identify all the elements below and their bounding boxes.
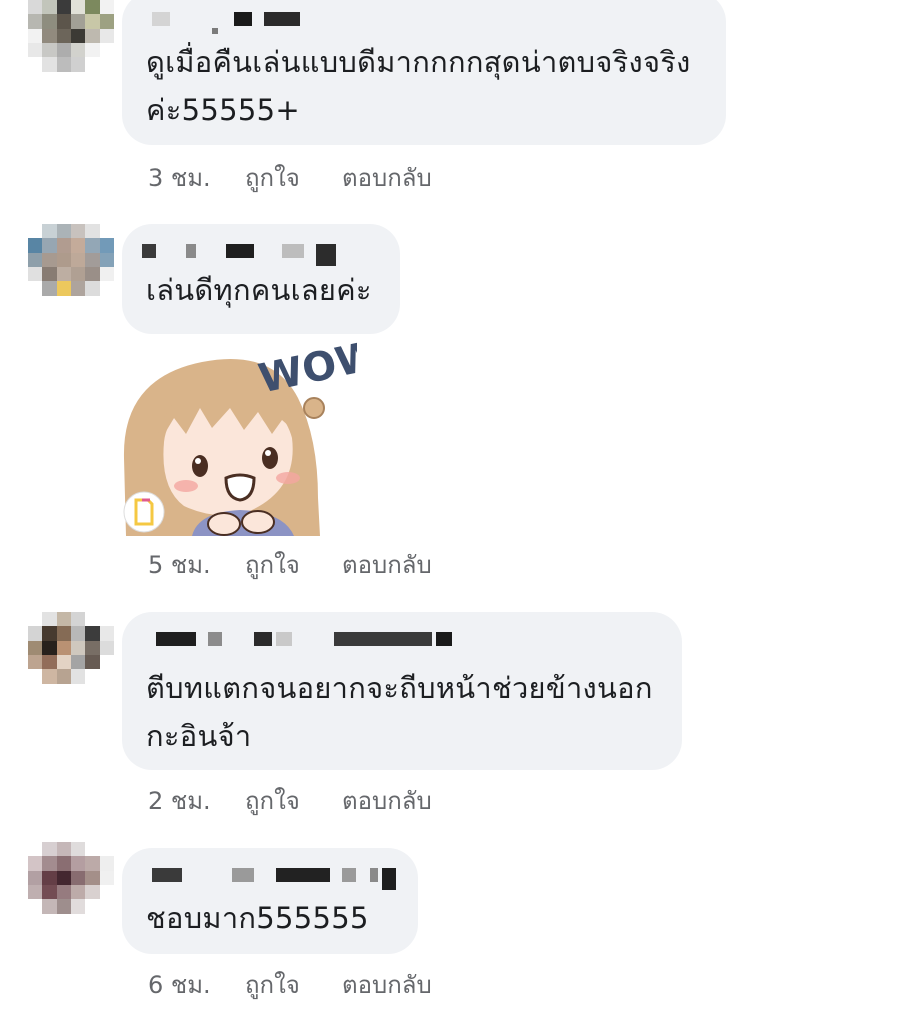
like-button[interactable]: ถูกใจ xyxy=(245,781,342,820)
avatar[interactable] xyxy=(28,842,114,928)
like-button[interactable]: ถูกใจ xyxy=(245,545,342,584)
comment-text: ดูเมื่อคืนเล่นแบบดีมากกกกสุดน่าตบจริงจริ… xyxy=(146,45,691,127)
author-name-blurred[interactable] xyxy=(146,860,396,890)
author-name-blurred[interactable] xyxy=(146,624,658,654)
reply-button[interactable]: ตอบกลับ xyxy=(342,545,432,584)
timestamp: 2 ชม. xyxy=(148,786,211,815)
timestamp: 6 ชม. xyxy=(148,970,211,999)
author-name-blurred[interactable] xyxy=(146,4,702,34)
comment-meta: 3 ชม. ถูกใจ ตอบกลับ xyxy=(148,162,432,192)
timestamp: 5 ชม. xyxy=(148,550,211,579)
avatar[interactable] xyxy=(28,224,114,310)
like-button[interactable]: ถูกใจ xyxy=(245,965,342,1004)
avatar[interactable] xyxy=(28,0,114,86)
reply-button[interactable]: ตอบกลับ xyxy=(342,965,432,1004)
comments-thread: ดูเมื่อคืนเล่นแบบดีมากกกกสุดน่าตบจริงจริ… xyxy=(0,0,899,1024)
reply-button[interactable]: ตอบกลับ xyxy=(342,781,432,820)
comment-text: ชอบมาก555555 xyxy=(146,901,369,935)
sticker-wow-text: WOW xyxy=(255,338,357,403)
comment-meta: 5 ชม. ถูกใจ ตอบกลับ xyxy=(148,549,432,579)
comment-bubble[interactable]: เล่นดีทุกคนเลยค่ะ xyxy=(122,224,400,334)
timestamp: 3 ชม. xyxy=(148,163,211,192)
comment-bubble[interactable]: ชอบมาก555555 xyxy=(122,848,418,954)
like-button[interactable]: ถูกใจ xyxy=(245,158,342,197)
author-name-blurred[interactable] xyxy=(142,236,376,266)
comment-text: ตีบทแตกจนอยากจะถีบหน้าช่วยข้างนอก กะอินจ… xyxy=(146,671,653,753)
comment-meta: 6 ชม. ถูกใจ ตอบกลับ xyxy=(148,969,432,999)
comment-bubble[interactable]: ดูเมื่อคืนเล่นแบบดีมากกกกสุดน่าตบจริงจริ… xyxy=(122,0,726,145)
comment-meta: 2 ชม. ถูกใจ ตอบกลับ xyxy=(148,785,432,815)
comment-text: เล่นดีทุกคนเลยค่ะ xyxy=(146,273,372,307)
comment-bubble[interactable]: ตีบทแตกจนอยากจะถีบหน้าช่วยข้างนอก กะอินจ… xyxy=(122,612,682,770)
avatar[interactable] xyxy=(28,612,114,698)
reply-button[interactable]: ตอบกลับ xyxy=(342,158,432,197)
wow-sticker[interactable]: WOW xyxy=(122,338,357,536)
